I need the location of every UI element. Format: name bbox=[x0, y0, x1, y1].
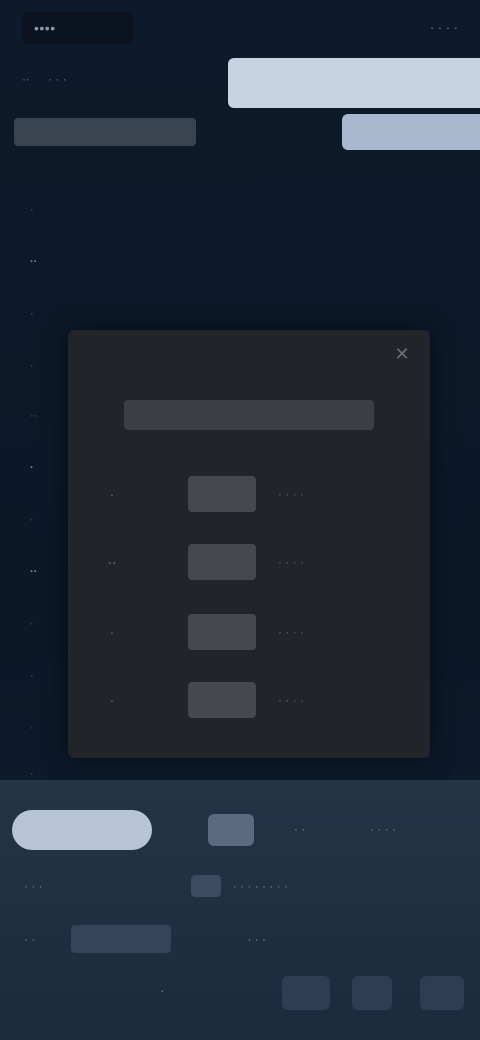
row-score bbox=[188, 682, 256, 718]
axis-label: ·· bbox=[30, 410, 38, 422]
row-meta: · · · · bbox=[278, 693, 304, 707]
axis-label: · bbox=[30, 204, 34, 216]
leaderboard-dialog: ✕ · · · · · ·· · · · · · · · · · · · · ·… bbox=[68, 330, 430, 758]
row-score bbox=[188, 544, 256, 580]
tab-second[interactable] bbox=[208, 814, 254, 846]
row-meta: · · · · bbox=[278, 625, 304, 639]
action-button-2[interactable] bbox=[352, 976, 392, 1010]
dialog-title bbox=[124, 400, 374, 430]
row-rank: · bbox=[109, 486, 115, 502]
axis-label: · bbox=[30, 768, 34, 780]
row-rank: ·· bbox=[107, 554, 117, 570]
axis-label: · bbox=[30, 360, 34, 372]
axis-label: ·· bbox=[30, 256, 38, 268]
axis-label: · bbox=[30, 618, 34, 630]
info-text: · · · · · · · · bbox=[232, 879, 288, 893]
axis-label: · bbox=[30, 462, 34, 474]
row-meta: · · · · bbox=[278, 555, 304, 569]
hero-left-label bbox=[14, 118, 196, 146]
row-rank: · bbox=[109, 692, 115, 708]
action-button-1[interactable] bbox=[282, 976, 330, 1010]
hero-subtitle-button[interactable] bbox=[342, 114, 480, 150]
field-label: · · bbox=[24, 932, 36, 946]
row-meta: · · · · bbox=[278, 487, 304, 501]
list-item[interactable]: · · · · · bbox=[92, 610, 412, 654]
row-score bbox=[188, 614, 256, 650]
list-item[interactable]: ·· · · · · bbox=[92, 540, 412, 584]
subnav-item-1[interactable]: ·· bbox=[22, 72, 30, 86]
value-field[interactable] bbox=[71, 925, 172, 953]
close-icon[interactable]: ✕ bbox=[390, 342, 414, 366]
subnav-item-2[interactable]: · · · bbox=[48, 72, 67, 86]
info-line: · · · · · · · · · · · bbox=[24, 874, 424, 898]
axis-label: · bbox=[30, 514, 34, 526]
sub-navigation: ·· · · · bbox=[22, 72, 67, 86]
left-axis: · ·· · · ·· · · ·· · · · · bbox=[30, 170, 50, 780]
axis-label: · bbox=[30, 722, 34, 734]
tab-bar: · · · · · · bbox=[0, 808, 480, 852]
field-row: · · · · · bbox=[24, 922, 464, 956]
axis-label: · bbox=[30, 670, 34, 682]
field-right-text: · · · bbox=[247, 932, 266, 946]
bottom-panel: · · · · · · · · · · · · · · · · · · · · … bbox=[0, 780, 480, 1040]
row-rank: · bbox=[109, 624, 115, 640]
top-right-menu[interactable]: · · · · bbox=[430, 20, 458, 35]
info-label: · · · bbox=[24, 879, 43, 893]
top-bar: •••• · · · · bbox=[0, 0, 480, 56]
axis-label: ·· bbox=[30, 566, 38, 578]
action-bar: · bbox=[0, 976, 480, 1012]
row-score bbox=[188, 476, 256, 512]
hero-title bbox=[228, 58, 480, 108]
list-item[interactable]: · · · · · bbox=[92, 472, 412, 516]
tab-primary[interactable] bbox=[12, 810, 152, 850]
tab-fourth[interactable]: · · · · bbox=[370, 822, 396, 836]
action-icon[interactable]: · bbox=[160, 982, 165, 998]
axis-label: · bbox=[30, 308, 34, 320]
info-pill[interactable] bbox=[190, 875, 221, 897]
tab-third[interactable]: · · bbox=[294, 822, 305, 836]
action-button-3[interactable] bbox=[420, 976, 464, 1010]
app-logo[interactable]: •••• bbox=[22, 12, 134, 44]
list-item[interactable]: · · · · · bbox=[92, 678, 412, 722]
